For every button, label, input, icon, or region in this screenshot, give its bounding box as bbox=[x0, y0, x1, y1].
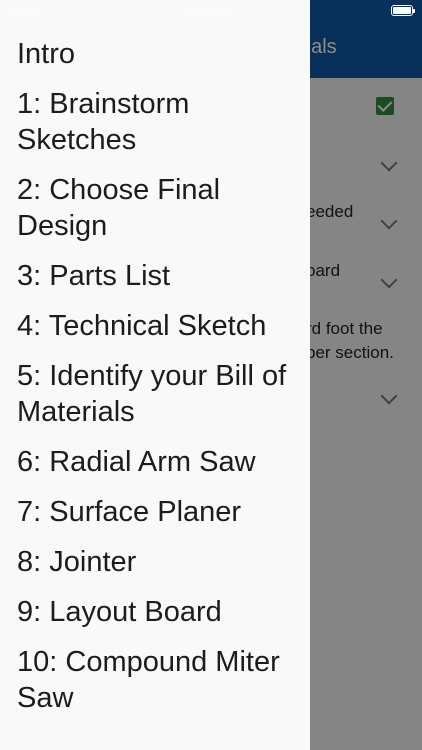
menu-item-jointer[interactable]: 8: Jointer bbox=[17, 544, 299, 580]
chapter-list: Intro 1: Brainstorm Sketches 2: Choose F… bbox=[17, 36, 299, 716]
menu-item-surface-planer[interactable]: 7: Surface Planer bbox=[17, 494, 299, 530]
menu-item-parts-list[interactable]: 3: Parts List bbox=[17, 258, 299, 294]
menu-item-compound-miter-saw[interactable]: 10: Compound Miter Saw bbox=[17, 644, 299, 716]
menu-item-bill-of-materials[interactable]: 5: Identify your Bill of Materials bbox=[17, 358, 299, 430]
menu-item-choose-final-design[interactable]: 2: Choose Final Design bbox=[17, 172, 299, 244]
menu-item-radial-arm-saw[interactable]: 6: Radial Arm Saw bbox=[17, 444, 299, 480]
menu-item-technical-sketch[interactable]: 4: Technical Sketch bbox=[17, 308, 299, 344]
menu-item-brainstorm-sketches[interactable]: 1: Brainstorm Sketches bbox=[17, 86, 299, 158]
status-bar: Carrier 4:10 AM bbox=[0, 0, 422, 22]
menu-item-intro[interactable]: Intro bbox=[17, 36, 299, 72]
carrier-label: Carrier bbox=[6, 4, 43, 18]
battery-icon bbox=[391, 5, 415, 16]
menu-item-layout-board[interactable]: 9: Layout Board bbox=[17, 594, 299, 630]
navigation-drawer: Intro 1: Brainstorm Sketches 2: Choose F… bbox=[0, 0, 310, 750]
clock: 4:10 AM bbox=[185, 4, 230, 18]
